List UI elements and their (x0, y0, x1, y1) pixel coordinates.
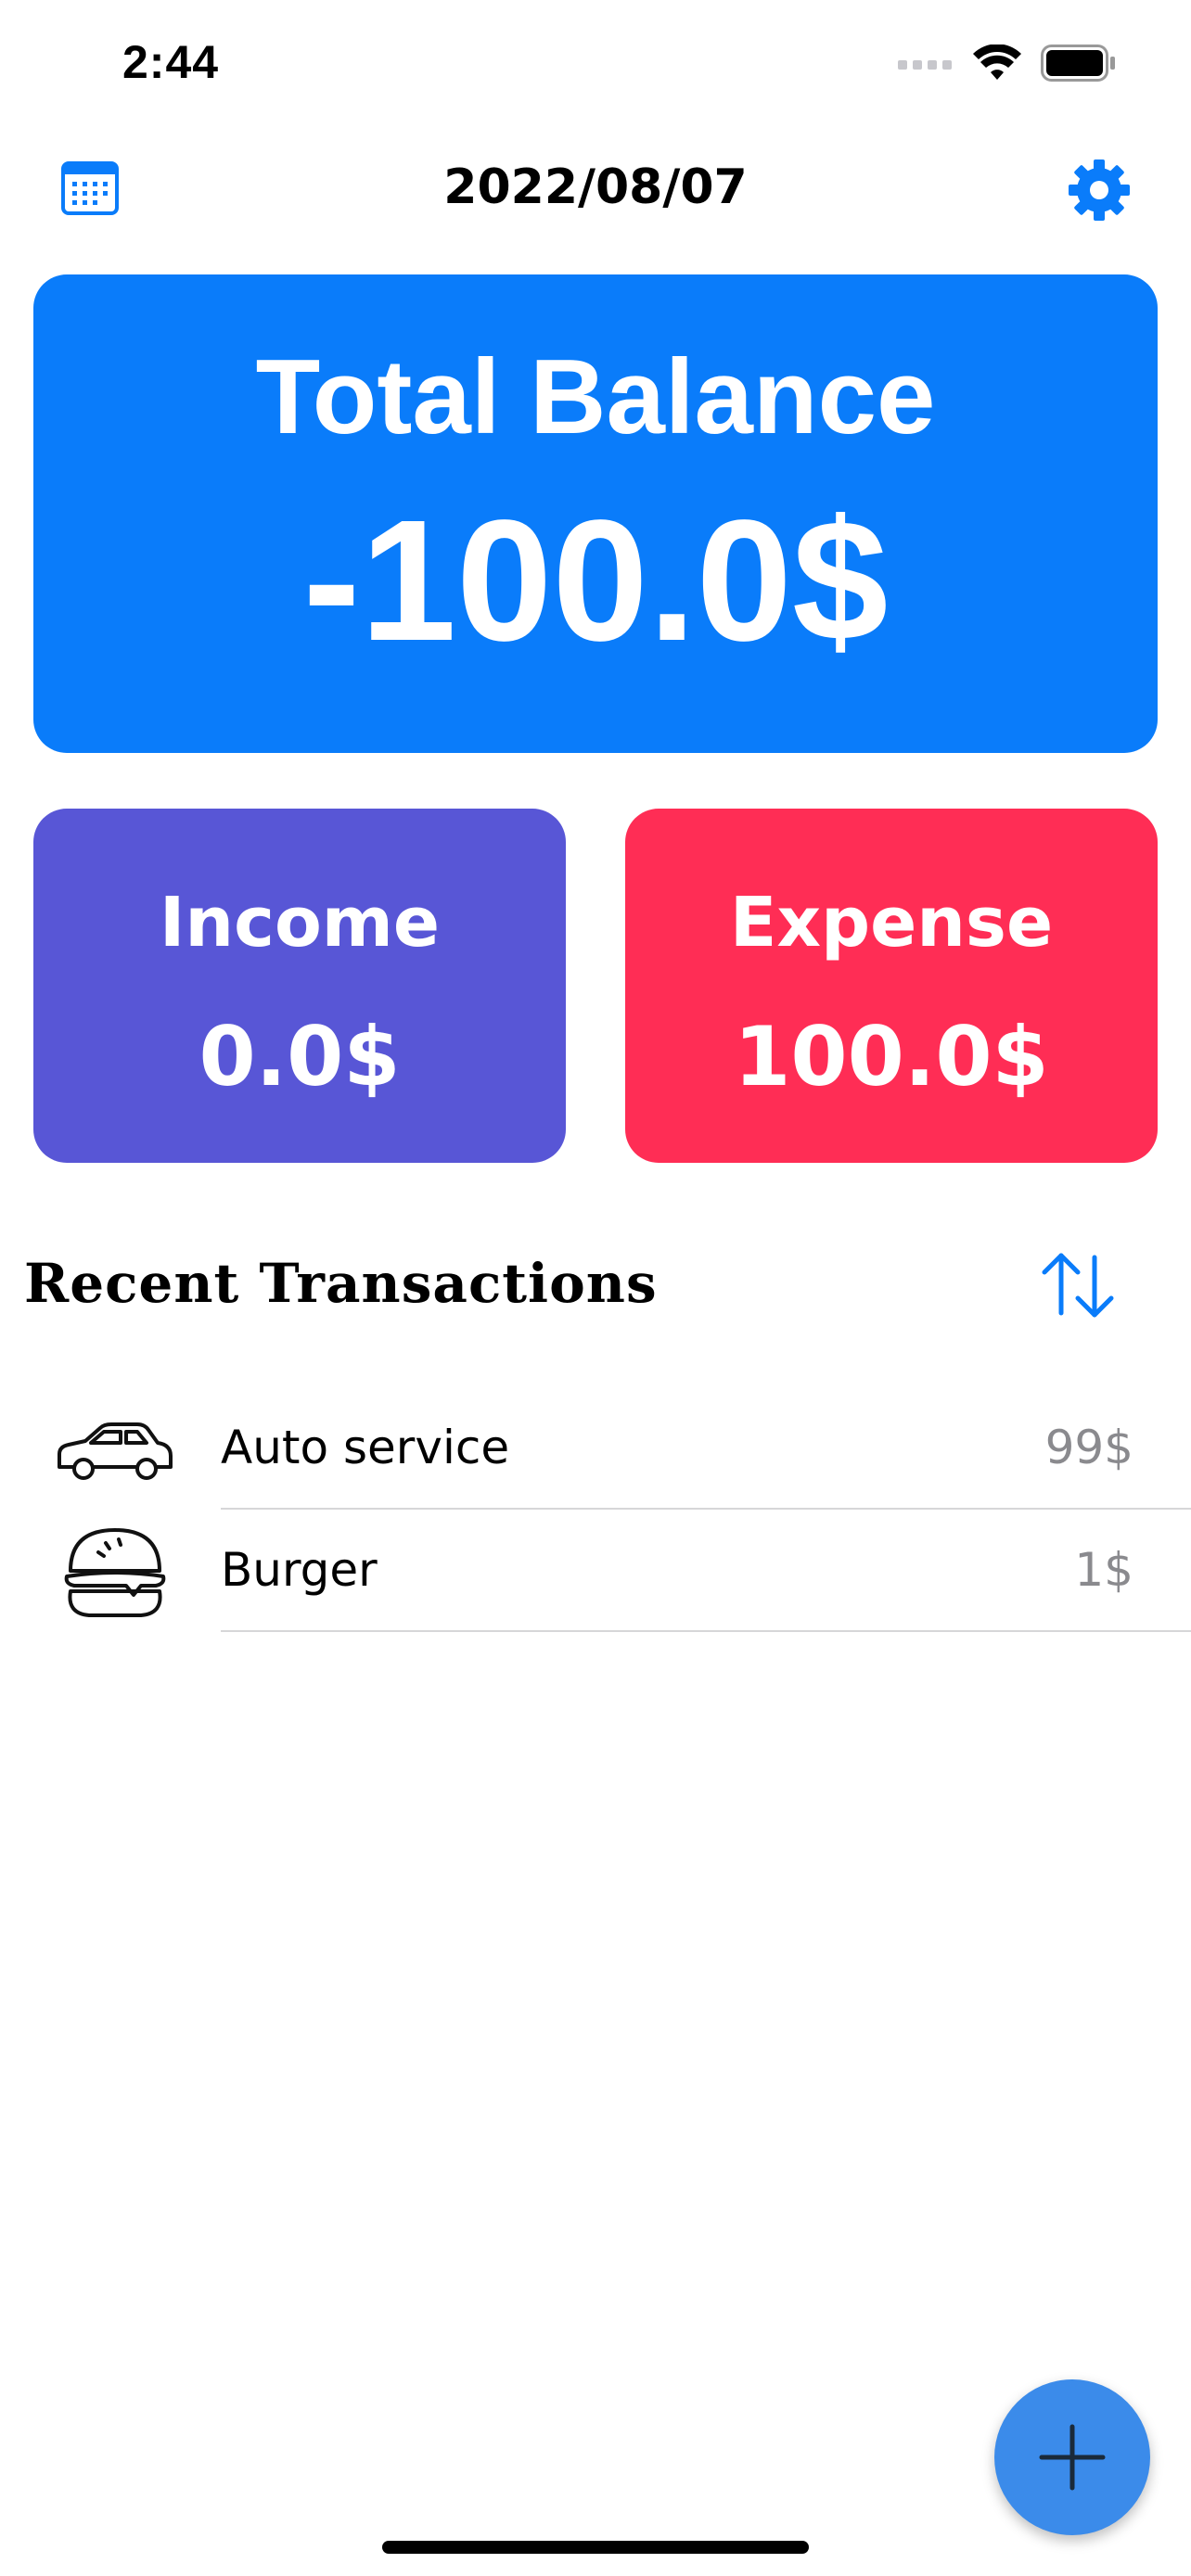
status-icons (898, 45, 1117, 82)
total-balance-title: Total Balance (255, 338, 936, 456)
plus-icon (1039, 2424, 1106, 2491)
header-date[interactable]: 2022/08/07 (0, 159, 1191, 215)
transaction-row[interactable]: Auto service 99$ (0, 1387, 1191, 1510)
expense-title: Expense (729, 883, 1054, 963)
sort-button[interactable] (1037, 1248, 1121, 1322)
status-time: 2:44 (122, 36, 220, 88)
transaction-label: Burger (221, 1543, 378, 1597)
settings-button[interactable] (1067, 158, 1132, 226)
expense-card: Expense 100.0$ (625, 809, 1158, 1163)
transaction-amount: 99$ (1044, 1421, 1133, 1474)
income-card: Income 0.0$ (33, 809, 566, 1163)
gear-icon (1069, 159, 1130, 221)
income-value: 0.0$ (198, 1009, 401, 1104)
battery-icon (1041, 45, 1115, 82)
total-balance-value: -100.0$ (302, 485, 889, 677)
transaction-amount: 1$ (1074, 1543, 1133, 1597)
add-transaction-button[interactable] (994, 2379, 1150, 2535)
transaction-row[interactable]: Burger 1$ (0, 1510, 1191, 1632)
home-indicator[interactable] (382, 2541, 809, 2554)
burger-icon (52, 1524, 178, 1621)
cellular-signal-icon (898, 60, 952, 70)
expense-value: 100.0$ (734, 1009, 1049, 1104)
screen: 2:44 2022/08/07 Total Balance -100.0$ In… (0, 0, 1191, 2576)
car-icon (52, 1402, 178, 1498)
sort-arrows-icon (1042, 1253, 1114, 1318)
income-title: Income (159, 883, 441, 963)
recent-transactions-title: Recent Transactions (24, 1252, 658, 1315)
row-divider (221, 1630, 1191, 1632)
total-balance-card: Total Balance -100.0$ (33, 274, 1158, 753)
transaction-label: Auto service (221, 1421, 510, 1474)
wifi-icon (973, 45, 1021, 80)
